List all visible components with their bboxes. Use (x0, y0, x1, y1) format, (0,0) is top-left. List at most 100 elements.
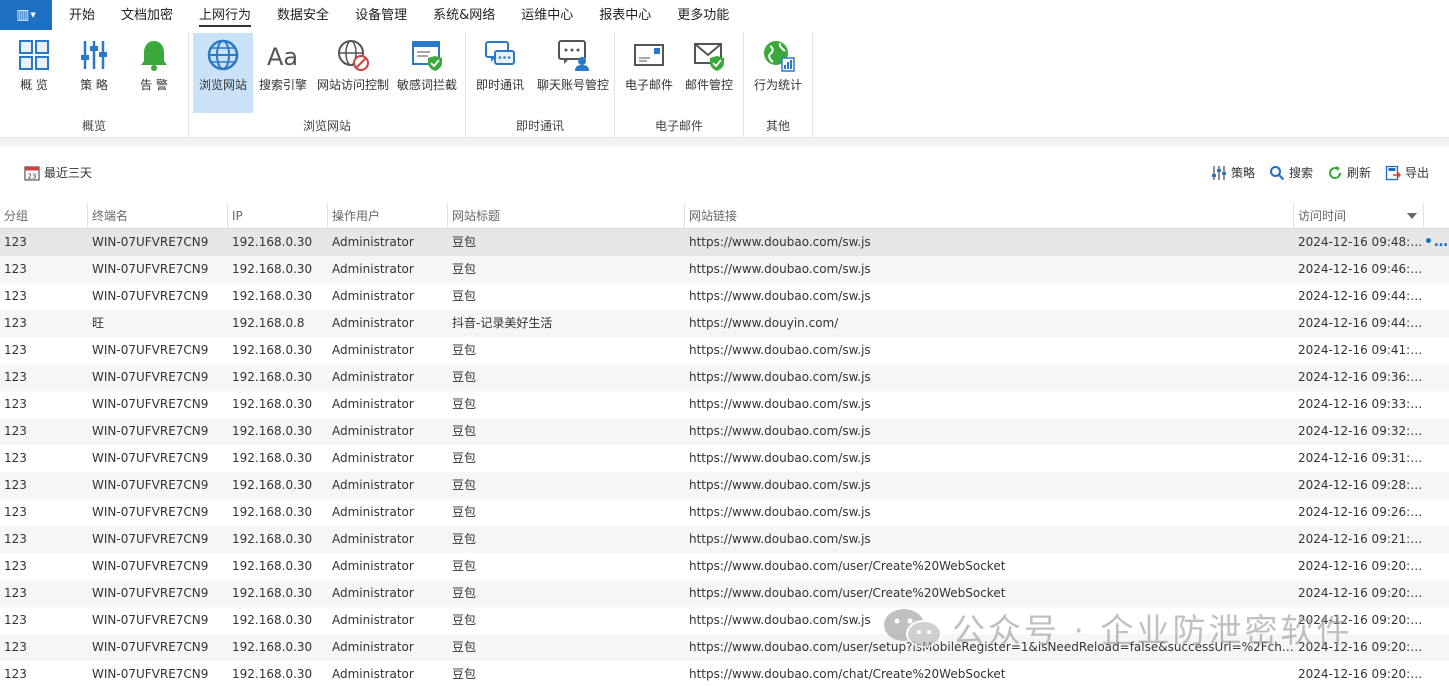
table-row[interactable]: 123 WIN-07UFVRE7CN9 192.168.0.30 Administra… (0, 391, 1449, 418)
cell-visit-time: 2024-12-16 09:31:15 (1298, 451, 1424, 465)
table-row[interactable]: 123 WIN-07UFVRE7CN9 192.168.0.30 Administra… (0, 337, 1449, 364)
sliders-icon (1211, 165, 1226, 180)
cell-site-title: 豆包 (452, 613, 477, 627)
chat-bubbles-icon (485, 41, 515, 65)
table-row[interactable]: 123 WIN-07UFVRE7CN9 192.168.0.30 Administra… (0, 418, 1449, 445)
cell-visit-time: 2024-12-16 09:28:14 (1298, 478, 1424, 492)
table-row[interactable]: 123 WIN-07UFVRE7CN9 192.168.0.30 Administra… (0, 499, 1449, 526)
search-action-button[interactable]: 搜索 (1269, 164, 1313, 181)
export-action-button[interactable]: 导出 (1385, 164, 1429, 181)
cell-group: 123 (4, 640, 27, 654)
refresh-action-label: 刷新 (1346, 166, 1371, 180)
cell-user: Administrator (332, 613, 414, 627)
cell-terminal: WIN-07UFVRE7CN9 (92, 586, 209, 600)
tab-system-network[interactable]: 系统&网络 (420, 0, 508, 32)
tab-data-security[interactable]: 数据安全 (264, 0, 342, 32)
calendar-icon: 23 (24, 165, 40, 181)
alert-button-label: 告 警 (140, 78, 168, 92)
email-button[interactable]: 电子邮件 (619, 33, 679, 113)
export-icon (1385, 165, 1401, 180)
cell-site-url: https://www.doubao.com/user/Create%20Web… (689, 559, 1006, 573)
cell-group: 123 (4, 613, 27, 627)
column-header-terminal[interactable]: 终端名 (88, 203, 228, 229)
sliders-icon (81, 41, 107, 69)
table-row[interactable]: 123 WIN-07UFVRE7CN9 192.168.0.30 Administra… (0, 472, 1449, 499)
column-header-site-url[interactable]: 网站链接 (685, 203, 1294, 229)
behavior-statistics-label: 行为统计 (753, 78, 802, 92)
cell-site-title: 豆包 (452, 262, 477, 276)
row-extra-cell (1424, 607, 1449, 634)
cell-site-url: https://www.doubao.com/sw.js (689, 451, 871, 465)
more-dots-icon[interactable]: ••• (1424, 229, 1449, 256)
ribbon-group-label: 即时通讯 (515, 119, 564, 133)
browse-website-button[interactable]: 浏览网站 (193, 33, 253, 113)
cell-site-title: 豆包 (452, 505, 477, 519)
ribbon-group-label: 概览 (81, 119, 106, 133)
chat-account-control-label: 聊天账号管控 (536, 78, 609, 92)
table-row[interactable]: 123 WIN-07UFVRE7CN9 192.168.0.30 Administra… (0, 607, 1449, 634)
tab-more-features[interactable]: 更多功能 (664, 0, 742, 32)
table-row[interactable]: 123 WIN-07UFVRE7CN9 192.168.0.30 Administra… (0, 364, 1449, 391)
tab-device-management[interactable]: 设备管理 (342, 0, 420, 32)
table-header: 分组 终端名 IP 操作用户 网站标题 网站链接 访问时间 (0, 203, 1449, 229)
tab-internet-behavior[interactable]: 上网行为 (186, 0, 264, 32)
policy-action-button[interactable]: 策略 (1211, 164, 1255, 181)
app-menu-button[interactable]: ▥ ▼ (0, 0, 52, 30)
cell-group: 123 (4, 289, 27, 303)
refresh-action-button[interactable]: 刷新 (1327, 164, 1371, 181)
cell-terminal: WIN-07UFVRE7CN9 (92, 640, 209, 654)
table-row[interactable]: 123 WIN-07UFVRE7CN9 192.168.0.30 Administra… (0, 526, 1449, 553)
cell-visit-time: 2024-12-16 09:20:41 (1298, 640, 1424, 654)
cell-group: 123 (4, 451, 27, 465)
search-action-label: 搜索 (1288, 166, 1313, 180)
behavior-statistics-button[interactable]: 行为统计 (748, 33, 808, 113)
tab-ops-center[interactable]: 运维中心 (508, 0, 586, 32)
tab-start[interactable]: 开始 (56, 0, 108, 32)
row-extra-cell (1424, 580, 1449, 607)
policy-button[interactable]: 策 略 (64, 33, 124, 113)
column-header-user[interactable]: 操作用户 (328, 203, 448, 229)
cell-user: Administrator (332, 505, 414, 519)
instant-messaging-button[interactable]: 即时通讯 (470, 33, 530, 113)
table-row[interactable]: 123 WIN-07UFVRE7CN9 192.168.0.30 Administra… (0, 580, 1449, 607)
cell-site-url: https://www.doubao.com/sw.js (689, 613, 871, 627)
cell-site-title: 豆包 (452, 640, 477, 654)
table-row[interactable]: 123 WIN-07UFVRE7CN9 192.168.0.30 Administra… (0, 661, 1449, 686)
cell-site-url: https://www.doubao.com/sw.js (689, 397, 871, 411)
table-row[interactable]: 123 WIN-07UFVRE7CN9 192.168.0.30 Administra… (0, 283, 1449, 310)
website-access-control-button[interactable]: 网站访问控制 (317, 33, 389, 113)
cell-user: Administrator (332, 586, 414, 600)
tab-document-encryption[interactable]: 文档加密 (108, 0, 186, 32)
column-header-group[interactable]: 分组 (0, 203, 88, 229)
column-header-visit-time[interactable]: 访问时间 (1294, 203, 1424, 229)
cell-user: Administrator (332, 640, 414, 654)
search-engine-button[interactable]: Aa 搜索引擎 (253, 33, 313, 113)
cell-terminal: WIN-07UFVRE7CN9 (92, 397, 209, 411)
table-row[interactable]: 123 旺 192.168.0.8 Administrator 抖音-记录美好生活 htt… (0, 310, 1449, 337)
cell-terminal: WIN-07UFVRE7CN9 (92, 289, 209, 303)
tab-report-center[interactable]: 报表中心 (586, 0, 664, 32)
column-header-site-title[interactable]: 网站标题 (448, 203, 685, 229)
table-row[interactable]: 123 WIN-07UFVRE7CN9 192.168.0.30 Administra… (0, 634, 1449, 661)
cell-site-url: https://www.doubao.com/sw.js (689, 262, 871, 276)
table-row[interactable]: 123 WIN-07UFVRE7CN9 192.168.0.30 Administra… (0, 445, 1449, 472)
cell-ip: 192.168.0.30 (232, 532, 313, 546)
table-row[interactable]: 123 WIN-07UFVRE7CN9 192.168.0.30 Administra… (0, 256, 1449, 283)
bell-icon (141, 41, 167, 71)
sensitive-word-block-button[interactable]: 敏感词拦截 (395, 33, 459, 113)
table-row[interactable]: 123 WIN-07UFVRE7CN9 192.168.0.30 Administra… (0, 229, 1449, 256)
cell-terminal: WIN-07UFVRE7CN9 (92, 451, 209, 465)
chat-account-control-button[interactable]: 聊天账号管控 (536, 33, 610, 113)
cell-user: Administrator (332, 316, 414, 330)
sensitive-word-block-label: 敏感词拦截 (396, 78, 457, 92)
overview-button[interactable]: 概 览 (4, 33, 64, 113)
cell-visit-time: 2024-12-16 09:26:43 (1298, 505, 1424, 519)
email-control-button[interactable]: 邮件管控 (679, 33, 739, 113)
table-row[interactable]: 123 WIN-07UFVRE7CN9 192.168.0.30 Administra… (0, 553, 1449, 580)
cell-ip: 192.168.0.30 (232, 235, 313, 249)
cell-group: 123 (4, 397, 27, 411)
column-header-ip[interactable]: IP (228, 203, 328, 229)
alert-button[interactable]: 告 警 (124, 33, 184, 113)
date-range-filter[interactable]: 23 最近三天 (24, 164, 92, 181)
row-extra-cell (1424, 283, 1449, 310)
